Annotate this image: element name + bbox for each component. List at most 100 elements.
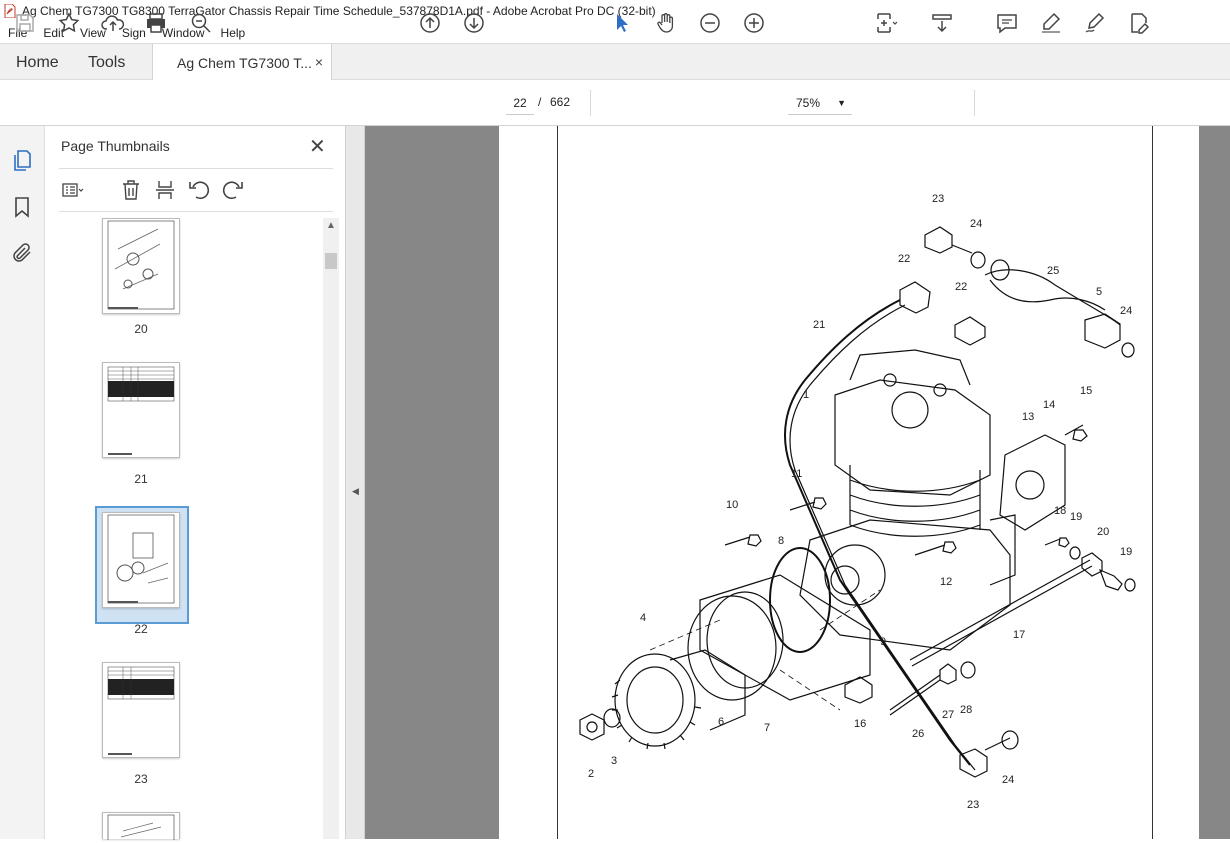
thumbnail-page-number: 21 [134,472,148,486]
thumbnail-drawing [107,814,175,843]
page-separator: / [538,95,542,109]
toolbar-divider [974,90,975,116]
callout-10: 10 [726,499,738,511]
page-thumbnail-20[interactable] [102,218,180,314]
tab-close-icon[interactable]: × [315,54,323,70]
left-navigation-rail [0,126,45,839]
hand-tool-icon[interactable] [654,11,678,35]
callout-16: 16 [854,718,866,730]
callout-6: 6 [718,716,724,728]
scroll-mode-icon[interactable] [930,11,954,35]
callout-3: 3 [611,755,617,767]
thumbnail-page-number: 23 [134,772,148,786]
callout-1: 1 [803,389,809,401]
compressor-exploded-diagram: 23 24 22 25 5 24 21 22 1 13 14 15 11 10 … [579,193,1136,811]
page-thumbnail-23[interactable] [102,662,180,758]
page-fit-icon[interactable] [874,11,898,35]
callout-21: 21 [813,319,825,331]
thumbnail-page-number: 20 [134,322,148,336]
zoom-select[interactable]: 75% ▼ [788,91,852,115]
callout-9: 9 [880,636,886,648]
thumbnails-scrollbar[interactable] [323,218,339,839]
split-page-icon[interactable] [153,178,177,202]
zoom-in-icon[interactable] [742,11,766,35]
callout-2: 2 [588,768,594,780]
tab-home[interactable]: Home [16,54,59,72]
zoom-out-icon[interactable] [698,11,722,35]
menu-help[interactable]: Help [213,26,254,40]
page-thumbnails-icon[interactable] [10,148,34,172]
previous-page-icon[interactable] [418,11,442,35]
callout-22: 22 [898,253,910,265]
thumbnail-table [107,666,175,755]
edit-pdf-icon[interactable] [1127,11,1151,35]
callout-24: 24 [1120,305,1132,317]
callout-4: 4 [640,612,646,624]
page-thumbnail-24[interactable] [102,812,180,843]
main-toolbar [0,80,1230,126]
panel-splitter[interactable]: ◀ [345,126,365,839]
close-icon[interactable]: ✕ [309,134,326,159]
callout-5: 5 [1096,286,1102,298]
tab-document[interactable]: Ag Chem TG7300 T... × [152,44,332,81]
callout-13: 13 [1022,411,1034,423]
print-icon[interactable] [144,11,168,35]
callout-14: 14 [1043,399,1055,411]
tab-tools[interactable]: Tools [88,54,125,72]
callout-23: 23 [967,799,979,811]
panel-title: Page Thumbnails [61,138,170,154]
callout-18: 18 [1054,505,1066,517]
divider [59,168,333,169]
delete-trash-icon[interactable] [119,178,143,202]
callout-24: 24 [1002,774,1014,786]
highlight-pen-icon[interactable] [1039,11,1063,35]
callout-23: 23 [932,193,944,205]
thumbnail-drawing [107,220,175,310]
comment-icon[interactable] [995,11,1019,35]
select-cursor-icon[interactable] [610,11,634,35]
callout-27: 27 [942,709,954,721]
callout-7: 7 [764,722,770,734]
sign-pen-icon[interactable] [1083,11,1107,35]
callout-28: 28 [960,704,972,716]
callout-25: 25 [1047,265,1059,277]
page-frame-left [557,126,558,839]
page-thumbnail-22[interactable] [102,512,180,608]
bookmark-star-icon[interactable] [57,11,81,35]
callout-11: 11 [791,468,802,480]
zoom-value: 75% [796,96,821,110]
callout-19: 19 [1120,546,1132,558]
callout-22: 22 [955,281,967,293]
collapse-panel-icon[interactable]: ◀ [352,486,359,497]
attachments-paperclip-icon[interactable] [10,241,34,265]
callout-24: 24 [970,218,982,230]
thumbnail-options-icon[interactable] [60,178,84,202]
callout-26: 26 [912,728,924,740]
bookmarks-icon[interactable] [10,195,34,219]
thumbnail-page-number: 22 [134,622,148,636]
rotate-counterclockwise-icon[interactable] [187,178,211,202]
callout-12: 12 [940,576,952,588]
save-icon[interactable] [13,11,37,35]
toolbar-divider [590,90,591,116]
page-frame-right [1152,126,1153,839]
thumbnail-drawing [107,514,175,604]
thumbnail-table [107,366,175,455]
find-zoom-icon[interactable] [189,11,213,35]
callout-15: 15 [1080,385,1092,397]
callout-20: 20 [1097,526,1109,538]
callout-17: 17 [1013,629,1025,641]
page-number-input[interactable]: 22 [506,91,534,115]
diagram-callouts: 23 24 22 25 5 24 21 22 1 13 14 15 11 10 … [588,193,1132,811]
callout-8: 8 [778,535,784,547]
scroll-up-icon[interactable]: ▲ [323,220,339,231]
tab-document-label: Ag Chem TG7300 T... [177,55,312,71]
page-thumbnail-21[interactable] [102,362,180,458]
upload-cloud-icon[interactable] [101,11,125,35]
page-total: 662 [550,95,571,109]
page-thumbnails-panel: Page Thumbnails ✕ [45,126,345,839]
scrollbar-thumb[interactable] [325,253,337,269]
rotate-clockwise-icon[interactable] [221,178,245,202]
chevron-down-icon: ▼ [837,98,846,108]
next-page-icon[interactable] [462,11,486,35]
